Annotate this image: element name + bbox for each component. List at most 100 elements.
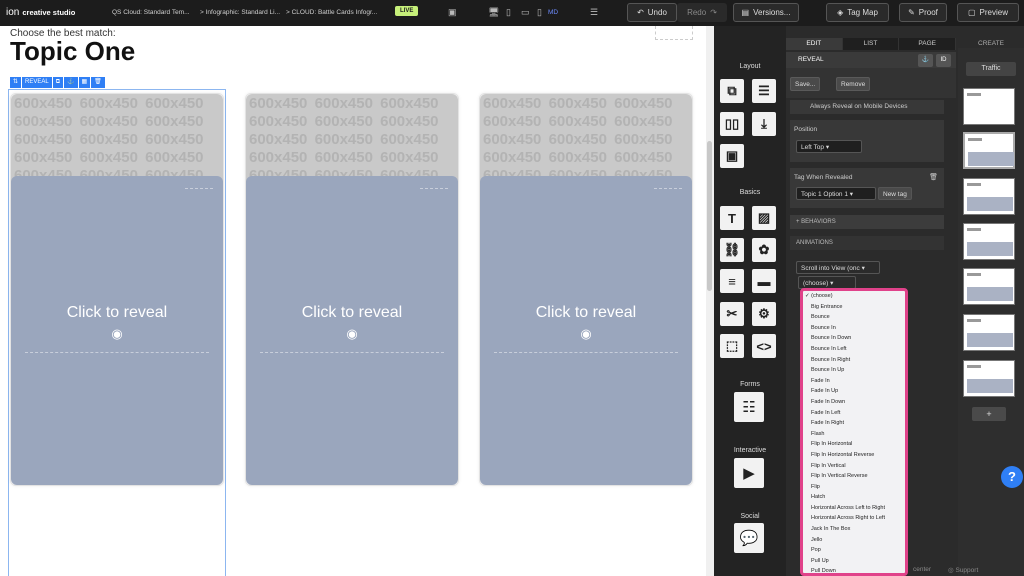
versions-button[interactable]: ▤ Versions... (733, 3, 799, 22)
tablet-landscape-icon[interactable]: ▭ (521, 7, 530, 18)
sliders-icon[interactable]: ☰ (590, 7, 598, 18)
dropdown-option[interactable]: Fade In Down (803, 397, 905, 408)
reveal-card-1[interactable]: 600x450 600x450 600x450 600x450 600x450 … (10, 93, 224, 486)
thumbnail-selected[interactable] (963, 132, 1015, 169)
link-icon[interactable]: ⛓ (720, 238, 744, 262)
tab-create[interactable]: CREATE (958, 40, 1024, 47)
reveal-cover[interactable]: Click to reveal ◉ (480, 176, 692, 485)
dropdown-option[interactable]: ✓ (choose) (803, 291, 905, 302)
reveal-cover[interactable]: Click to reveal ◉ (246, 176, 458, 485)
divider-icon[interactable]: ▬ (752, 269, 776, 293)
dropdown-option[interactable]: Bounce (803, 312, 905, 323)
redo-button[interactable]: Redo ↷ (677, 3, 727, 22)
breadcrumb-1[interactable]: QS Cloud: Standard Tem... (112, 9, 190, 16)
thumbnail[interactable] (963, 360, 1015, 397)
dropdown-option[interactable]: Hatch (803, 492, 905, 503)
layout-icon[interactable]: ▣ (448, 7, 457, 18)
dropdown-option[interactable]: Bounce In (803, 323, 905, 334)
dropdown-option[interactable]: Horizontal Across Left to Right (803, 503, 905, 514)
embed-icon[interactable]: ⬚ (720, 334, 744, 358)
animation-trigger-select[interactable]: Scroll into View (onc ▾ (796, 261, 880, 274)
trash-icon[interactable]: 🗑 (929, 173, 938, 181)
layout-frame-icon[interactable]: ▣ (720, 144, 744, 168)
settings-icon[interactable]: ⚙ (752, 302, 776, 326)
breadcrumb-2[interactable]: > Infographic: Standard Li... (200, 9, 280, 16)
id-button[interactable]: ID (936, 54, 951, 67)
trash-icon[interactable]: 🗑 (91, 77, 105, 88)
thumbnail[interactable] (963, 268, 1015, 305)
dropdown-option[interactable]: Jello (803, 535, 905, 546)
behaviors-toggle[interactable]: + BEHAVIORS (790, 215, 944, 229)
dropdown-option[interactable]: Flash (803, 429, 905, 440)
tag-map-button[interactable]: ◈ Tag Map (826, 3, 889, 22)
canvas-scrollbar[interactable] (706, 26, 714, 576)
dropdown-option[interactable]: Fade In (803, 376, 905, 387)
dropdown-option[interactable]: Fade In Up (803, 386, 905, 397)
dropdown-option[interactable]: Bounce In Right (803, 355, 905, 366)
footer-center-link[interactable]: center (913, 566, 931, 573)
anchor-icon[interactable]: ⚓ (64, 77, 78, 88)
form-icon[interactable]: ☷ (734, 392, 764, 422)
dropdown-option[interactable]: Bounce In Up (803, 365, 905, 376)
tab-page[interactable]: PAGE (899, 38, 957, 50)
thumbnail[interactable] (963, 223, 1015, 260)
breadcrumb-3[interactable]: > CLOUD: Battle Cards Infogr... (286, 9, 377, 16)
chat-icon[interactable]: 💬 (734, 523, 764, 553)
edit-image-icon[interactable]: ✂ (720, 302, 744, 326)
desktop-icon[interactable]: 🖥 (488, 7, 499, 18)
tab-edit[interactable]: EDIT (786, 38, 843, 50)
save-button[interactable]: Save... (790, 77, 821, 91)
layout-split-icon[interactable]: ▯▯ (720, 112, 744, 136)
layout-rows-icon[interactable]: ☰ (752, 79, 776, 103)
always-reveal-checkbox[interactable]: Always Reveal on Mobile Devices (790, 100, 944, 114)
image-icon[interactable]: ▨ (752, 206, 776, 230)
remove-button[interactable]: Remove (836, 77, 871, 91)
text-icon[interactable]: T (720, 206, 744, 230)
dropdown-option[interactable]: Flip (803, 482, 905, 493)
app-logo[interactable]: ion creative studio (6, 7, 75, 18)
help-button[interactable]: ? (1001, 466, 1023, 488)
proof-button[interactable]: ✎ Proof (899, 3, 947, 22)
video-icon[interactable]: ▶ (734, 458, 764, 488)
tab-list[interactable]: LIST (842, 38, 900, 50)
grid-icon[interactable]: ▦ (78, 77, 91, 88)
reveal-label[interactable]: REVEAL (22, 77, 52, 88)
layout-columns-icon[interactable]: ⧉ (720, 79, 744, 103)
thumbnail[interactable] (963, 88, 1015, 125)
phone-icon[interactable]: ▯ (537, 7, 542, 18)
reveal-card-3[interactable]: 600x450 600x450 600x450 600x450 600x450 … (479, 93, 693, 486)
layout-download-icon[interactable]: ⤓ (752, 112, 776, 136)
preview-button[interactable]: ▢ Preview (957, 3, 1019, 22)
thumbnail[interactable] (963, 178, 1015, 215)
tablet-icon[interactable]: ▯ (506, 7, 511, 18)
dropdown-option[interactable]: Jack In The Box (803, 524, 905, 535)
dropdown-option[interactable]: Fade In Left (803, 408, 905, 419)
dropdown-option[interactable]: Bounce In Down (803, 333, 905, 344)
dropdown-option[interactable]: Flip In Vertical (803, 461, 905, 472)
anchor-button[interactable]: ⚓ (918, 54, 933, 67)
scrollbar-thumb[interactable] (707, 141, 712, 291)
footer-support-link[interactable]: ◎ Support (948, 566, 978, 574)
copy-icon[interactable]: ⧉ (52, 77, 64, 88)
dropdown-option[interactable]: Horizontal Across Right to Left (803, 513, 905, 524)
move-handle-icon[interactable]: ⇅ (10, 77, 22, 88)
position-select[interactable]: Left Top ▾ (796, 140, 862, 153)
dropdown-option[interactable]: Flip In Vertical Reverse (803, 471, 905, 482)
reveal-card-2[interactable]: 600x450 600x450 600x450 600x450 600x450 … (245, 93, 459, 486)
list-icon[interactable]: ≡ (720, 269, 744, 293)
traffic-button[interactable]: Traffic (966, 62, 1016, 76)
dropdown-option[interactable]: Flip In Horizontal Reverse (803, 450, 905, 461)
device-size-label[interactable]: MD (548, 9, 558, 16)
dropdown-option[interactable]: Flip In Horizontal (803, 439, 905, 450)
dropdown-option[interactable]: Pull Down (803, 566, 905, 573)
dropdown-option[interactable]: Pull Up (803, 556, 905, 567)
animation-dropdown[interactable]: ✓ (choose) Big Entrance Bounce Bounce In Bou… (800, 288, 908, 576)
reveal-cover[interactable]: Click to reveal ◉ (11, 176, 223, 485)
thumbnail[interactable] (963, 314, 1015, 351)
editor-canvas[interactable]: Choose the best match: Topic One ⇅ REVEA… (0, 26, 706, 576)
dropdown-option[interactable]: Big Entrance (803, 302, 905, 313)
code-icon[interactable]: <> (752, 334, 776, 358)
undo-button[interactable]: ↶ Undo (627, 3, 677, 22)
dropdown-option[interactable]: Pop (803, 545, 905, 556)
dropdown-option[interactable]: Bounce In Left (803, 344, 905, 355)
